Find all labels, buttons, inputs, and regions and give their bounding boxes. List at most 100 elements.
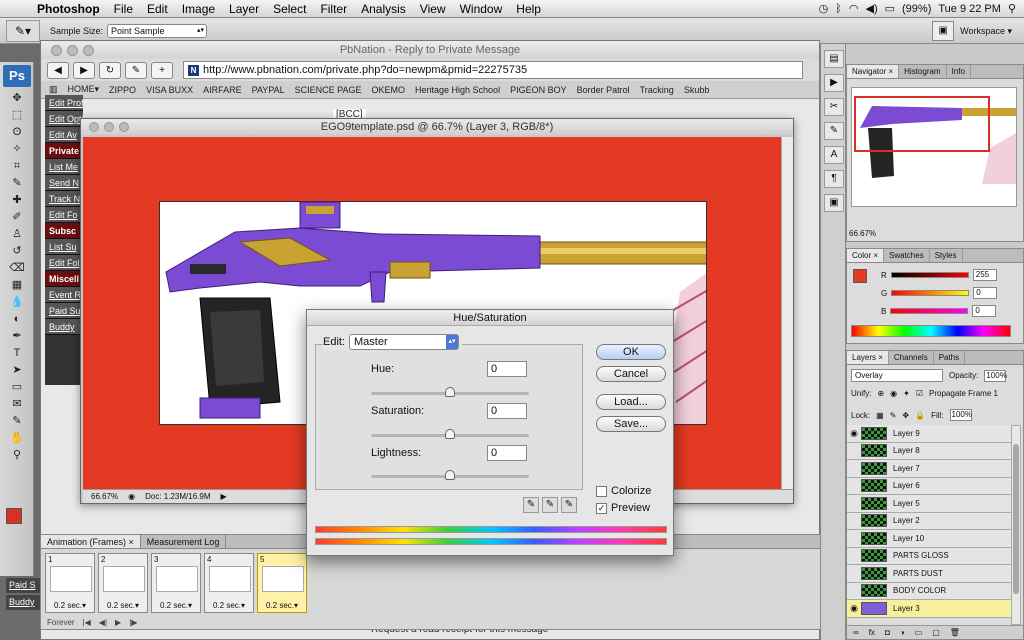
menu-file[interactable]: File: [107, 2, 140, 16]
bookmark-home[interactable]: HOME▾: [68, 84, 100, 95]
load-button[interactable]: Load...: [596, 394, 666, 410]
layer-mask-icon[interactable]: ◘: [885, 628, 890, 637]
navigator-zoom[interactable]: 66.67%: [849, 229, 876, 238]
lightness-slider-handle[interactable]: [445, 470, 455, 480]
menu-edit[interactable]: Edit: [140, 2, 175, 16]
preview-box[interactable]: ✓: [596, 502, 607, 514]
eyedropper-icon[interactable]: ✎: [523, 497, 539, 513]
eyedropper-tool-icon[interactable]: ✎: [4, 175, 30, 192]
marquee-tool-icon[interactable]: ⬚: [4, 107, 30, 124]
blue-slider[interactable]: [890, 308, 969, 314]
red-value[interactable]: 255: [972, 269, 997, 281]
document-scrollbar[interactable]: [781, 137, 793, 491]
saturation-slider-handle[interactable]: [445, 429, 455, 439]
animation-frame-selected[interactable]: 5 0.2 sec.▾: [257, 553, 307, 613]
sidebar-item[interactable]: Track N: [45, 191, 83, 207]
dodge-tool-icon[interactable]: ◐: [4, 311, 30, 328]
clone-source-icon[interactable]: ▣: [824, 194, 844, 212]
doc-minimize-icon[interactable]: [104, 122, 114, 132]
layer-row[interactable]: Layer 5: [847, 495, 1011, 513]
tab-styles[interactable]: Styles: [930, 249, 963, 262]
menu-image[interactable]: Image: [175, 2, 222, 16]
delete-layer-icon[interactable]: 🗑: [950, 628, 960, 637]
layers-scrollbar[interactable]: [1011, 425, 1021, 625]
cancel-button[interactable]: Cancel: [596, 366, 666, 382]
sidebar-item[interactable]: Edit Fo: [45, 207, 83, 223]
sidebar-item[interactable]: Event R: [45, 287, 83, 303]
document-info-icon[interactable]: ◉: [128, 492, 135, 501]
hue-input[interactable]: 0: [487, 361, 527, 377]
move-tool-icon[interactable]: ✥: [4, 90, 30, 107]
bookmarks-book-icon[interactable]: ▥: [49, 84, 58, 95]
add-bookmark-icon[interactable]: +: [151, 61, 173, 79]
lock-pixels-icon[interactable]: ✎: [890, 411, 897, 420]
healing-brush-tool-icon[interactable]: ✚: [4, 192, 30, 209]
status-menu-icon[interactable]: ▶: [221, 492, 227, 501]
color-spectrum[interactable]: [851, 325, 1011, 337]
play-icon[interactable]: ▶: [115, 618, 121, 627]
sidebar-item[interactable]: Edit Options: [45, 111, 83, 127]
doc-close-icon[interactable]: [89, 122, 99, 132]
frame-delay[interactable]: 0.2 sec.▾: [258, 601, 306, 610]
pen-tool-icon[interactable]: ✒: [4, 328, 30, 345]
preview-checkbox[interactable]: ✓ Preview: [596, 502, 650, 514]
propagate-checkbox-icon[interactable]: ☑: [916, 389, 923, 398]
next-frame-icon[interactable]: |▶: [129, 618, 137, 627]
layer-row[interactable]: Layer 2: [847, 512, 1011, 530]
navigator-view-box[interactable]: [854, 96, 990, 152]
bookmark-visa-buxx[interactable]: VISA BUXX: [146, 85, 193, 95]
bookmark-paypal[interactable]: PAYPAL: [252, 85, 285, 95]
tab-measurement-log[interactable]: Measurement Log: [141, 535, 227, 548]
link-layers-icon[interactable]: ∞: [853, 628, 859, 637]
unify-style-icon[interactable]: ✦: [903, 389, 910, 398]
tab-navigator[interactable]: Navigator ×: [847, 65, 900, 78]
new-group-icon[interactable]: ▭: [915, 628, 923, 637]
new-layer-icon[interactable]: ▢: [932, 628, 940, 637]
layer-row[interactable]: Layer 8: [847, 442, 1011, 460]
actions-panel-icon[interactable]: ▶: [824, 74, 844, 92]
tab-color[interactable]: Color ×: [847, 249, 885, 262]
shape-tool-icon[interactable]: ▭: [4, 379, 30, 396]
brushes-panel-icon[interactable]: ✎: [824, 122, 844, 140]
bookmark-skubb[interactable]: Skubb: [684, 85, 710, 95]
red-slider[interactable]: [890, 272, 969, 278]
animation-frame[interactable]: 3 0.2 sec.▾: [151, 553, 201, 613]
zoom-window-icon[interactable]: [83, 45, 94, 56]
menu-select[interactable]: Select: [266, 2, 313, 16]
bookmark-heritage[interactable]: Heritage High School: [415, 85, 500, 95]
wifi-icon[interactable]: ◠: [849, 2, 859, 15]
zoom-tool-icon[interactable]: ⚲: [4, 447, 30, 464]
green-value[interactable]: 0: [973, 287, 998, 299]
save-button[interactable]: Save...: [596, 416, 666, 432]
animation-frame[interactable]: 4 0.2 sec.▾: [204, 553, 254, 613]
history-brush-tool-icon[interactable]: ↺: [4, 243, 30, 260]
gradient-tool-icon[interactable]: ▦: [4, 277, 30, 294]
crop-tool-icon[interactable]: ⌗: [4, 158, 30, 175]
layer-row[interactable]: PARTS GLOSS: [847, 547, 1011, 565]
bookmark-pigeon-boy[interactable]: PIGEON BOY: [510, 85, 567, 95]
edit-page-icon[interactable]: ✎: [125, 61, 147, 79]
sidebar-item[interactable]: Edit Av: [45, 127, 83, 143]
link-buddy[interactable]: Buddy: [6, 595, 40, 610]
hue-slider[interactable]: [371, 387, 529, 397]
doc-zoom-icon[interactable]: [119, 122, 129, 132]
bridge-icon[interactable]: ▣: [932, 21, 955, 41]
animation-frame[interactable]: 2 0.2 sec.▾: [98, 553, 148, 613]
character-panel-icon[interactable]: A: [824, 146, 844, 164]
paragraph-panel-icon[interactable]: ¶: [824, 170, 844, 188]
blend-mode-select[interactable]: Overlay: [851, 369, 943, 382]
green-slider[interactable]: [891, 290, 970, 296]
sidebar-item[interactable]: Edit Profile: [45, 95, 83, 111]
prev-frame-icon[interactable]: ◀|: [99, 618, 107, 627]
forward-icon[interactable]: ▶: [73, 61, 95, 79]
bookmark-zippo[interactable]: ZIPPO: [109, 85, 136, 95]
bookmark-science-page[interactable]: SCIENCE PAGE: [295, 85, 362, 95]
unify-position-icon[interactable]: ⊕: [877, 389, 884, 398]
frame-delay[interactable]: 0.2 sec.▾: [99, 601, 147, 610]
eyedropper-tool-preset-icon[interactable]: ✎▾: [6, 19, 40, 42]
spotlight-icon[interactable]: ⚲: [1008, 2, 1016, 15]
colorize-box[interactable]: [596, 485, 607, 497]
tab-info[interactable]: Info: [947, 65, 971, 78]
reload-icon[interactable]: ↻: [99, 61, 121, 79]
tab-paths[interactable]: Paths: [934, 351, 966, 364]
